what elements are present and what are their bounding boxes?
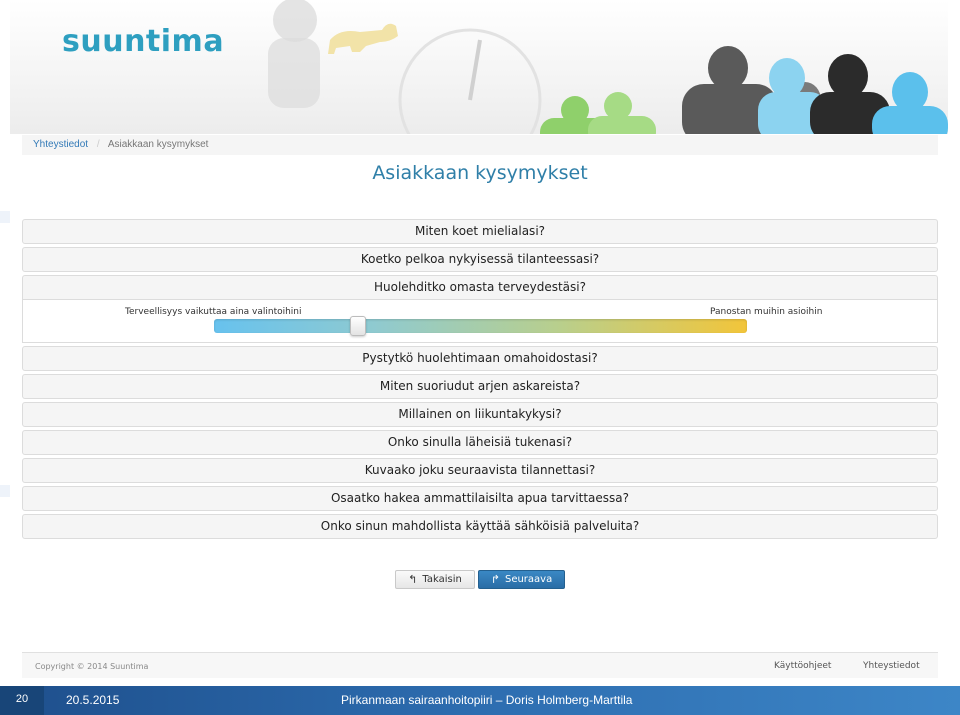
question-item-seek-help[interactable]: Osaatko hakea ammattilaisilta apua tarvi… (22, 486, 938, 511)
question-item-mobility[interactable]: Millainen on liikuntakykysi? (22, 402, 938, 427)
slider-panel: Terveellisyys vaikuttaa aina valintoihin… (22, 300, 938, 343)
slide-date: 20.5.2015 (66, 693, 120, 707)
people-silhouettes-illustration (268, 0, 948, 134)
slider-right-label: Panostan muihin asioihin (710, 307, 823, 317)
site-footer: Copyright © 2014 Suuntima Käyttöohjeet Y… (22, 652, 938, 678)
reply-arrow-icon: ↰ (408, 573, 418, 586)
copyright-text: Copyright © 2014 Suuntima (35, 662, 149, 671)
next-button-label: Seuraava (504, 574, 553, 585)
question-item-self-care[interactable]: Pystytkö huolehtimaan omahoidostasi? (22, 346, 938, 371)
slider-handle[interactable] (349, 316, 366, 336)
back-button[interactable]: ↰ Takaisin (395, 570, 475, 589)
side-marker (0, 485, 10, 497)
slide-author: Pirkanmaan sairaanhoitopiiri – Doris Hol… (341, 693, 633, 707)
question-item-situation[interactable]: Kuvaako joku seuraavista tilannettasi? (22, 458, 938, 483)
back-button-label: Takaisin (422, 574, 462, 585)
suuntima-logo[interactable]: suuntima (62, 24, 224, 59)
footer-link-contact[interactable]: Yhteystiedot (863, 661, 920, 671)
next-button[interactable]: ↱ Seuraava (478, 570, 565, 589)
question-item-health[interactable]: Huolehditko omasta terveydestäsi? (22, 275, 938, 300)
header-banner: suuntima (10, 0, 948, 134)
breadcrumb-separator: / (96, 139, 100, 150)
slider-left-label: Terveellisyys vaikuttaa aina valintoihin… (125, 307, 302, 317)
breadcrumb-current: Asiakkaan kysymykset (107, 139, 209, 150)
breadcrumb-link-contact[interactable]: Yhteystiedot (33, 139, 88, 150)
breadcrumb: Yhteystiedot / Asiakkaan kysymykset (22, 135, 938, 155)
slider-track[interactable] (214, 319, 747, 333)
slide-number: 20 (0, 686, 44, 715)
question-item-daily-tasks[interactable]: Miten suoriudut arjen askareista? (22, 374, 938, 399)
slide-footer-bar: 20 20.5.2015 Pirkanmaan sairaanhoitopiir… (0, 686, 960, 715)
question-item-support[interactable]: Onko sinulla läheisiä tukenasi? (22, 430, 938, 455)
footer-link-help[interactable]: Käyttöohjeet (774, 661, 831, 671)
share-arrow-icon: ↱ (490, 573, 500, 586)
page: suuntima Yhteystiedot / Asiakkaan kysymy… (0, 0, 960, 715)
page-title: Asiakkaan kysymykset (372, 162, 588, 184)
question-item-fear[interactable]: Koetko pelkoa nykyisessä tilanteessasi? (22, 247, 938, 272)
side-marker (0, 211, 10, 223)
question-item-mood[interactable]: Miten koet mielialasi? (22, 219, 938, 244)
question-item-e-services[interactable]: Onko sinun mahdollista käyttää sähköisiä… (22, 514, 938, 539)
